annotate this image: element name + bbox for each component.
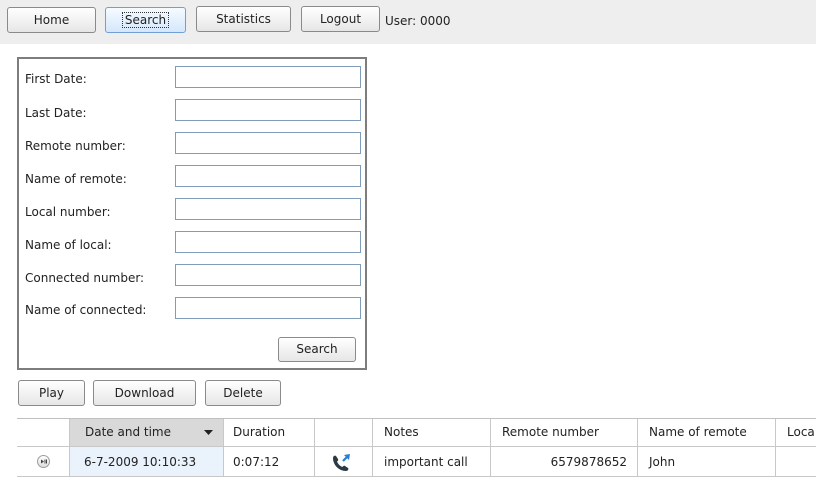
column-header-notes[interactable]: Notes [373,419,491,447]
delete-button[interactable]: Delete [205,380,281,406]
recordings-table: Date and time Duration Notes Remote numb… [17,418,816,487]
name-of-remote-label: Name of remote: [25,172,127,186]
column-header-date-and-time[interactable]: Date and time [70,419,224,447]
column-header-local[interactable]: Loca [776,419,816,447]
name-of-connected-label: Name of connected: [25,303,147,317]
logout-button[interactable]: Logout [301,6,380,32]
last-date-label: Last Date: [25,106,87,120]
name-of-local-label: Name of local: [25,238,112,252]
table-row-local-cell[interactable] [776,447,816,477]
play-pause-icon[interactable] [37,455,50,468]
search-form: First Date: Last Date: Remote number: Na… [17,57,367,370]
user-label: User: 0000 [385,14,451,28]
name-of-local-input[interactable] [175,231,361,253]
connected-number-label: Connected number: [25,271,145,285]
search-nav-button[interactable]: Search [105,7,186,33]
table-row-date-cell[interactable]: 6-7-2009 10:10:33 [70,447,224,477]
play-button[interactable]: Play [18,380,85,406]
column-header-call-direction [315,419,373,447]
column-header-date-label: Date and time [85,425,171,439]
table-row-duration-cell[interactable]: 0:07:12 [224,447,315,477]
table-row-notes-cell[interactable]: important call [373,447,491,477]
row-duration-value: 0:07:12 [233,455,280,469]
search-nav-label: Search [121,12,170,28]
row-name-of-remote-value: John [649,455,676,469]
table-row-remote-number-cell[interactable]: 6579878652 [491,447,638,477]
outgoing-call-icon [333,454,350,471]
column-header-duration[interactable]: Duration [224,419,315,447]
column-header-remote-number[interactable]: Remote number [491,419,638,447]
local-number-input[interactable] [175,198,361,220]
remote-number-input[interactable] [175,132,361,154]
connected-number-input[interactable] [175,264,361,286]
table-row-direction-cell[interactable] [315,447,373,477]
name-of-remote-input[interactable] [175,165,361,187]
row-notes-value: important call [384,455,468,469]
download-button[interactable]: Download [93,380,196,406]
column-header-name-of-remote[interactable]: Name of remote [638,419,776,447]
row-remote-number-value: 6579878652 [550,455,627,469]
first-date-label: First Date: [25,72,87,86]
sort-descending-icon [204,430,213,435]
last-date-input[interactable] [175,99,361,121]
name-of-connected-input[interactable] [175,297,361,319]
local-number-label: Local number: [25,205,111,219]
column-header-play [17,419,70,447]
table-row-name-of-remote-cell[interactable]: John [638,447,776,477]
row-date-value: 6-7-2009 10:10:33 [84,455,197,469]
remote-number-label: Remote number: [25,139,126,153]
search-submit-button[interactable]: Search [278,337,356,362]
first-date-input[interactable] [175,66,361,88]
home-button[interactable]: Home [7,7,96,33]
top-toolbar: Home Search Statistics Logout User: 0000 [0,0,816,44]
statistics-button[interactable]: Statistics [196,6,291,32]
table-row-play-cell[interactable] [17,447,70,477]
